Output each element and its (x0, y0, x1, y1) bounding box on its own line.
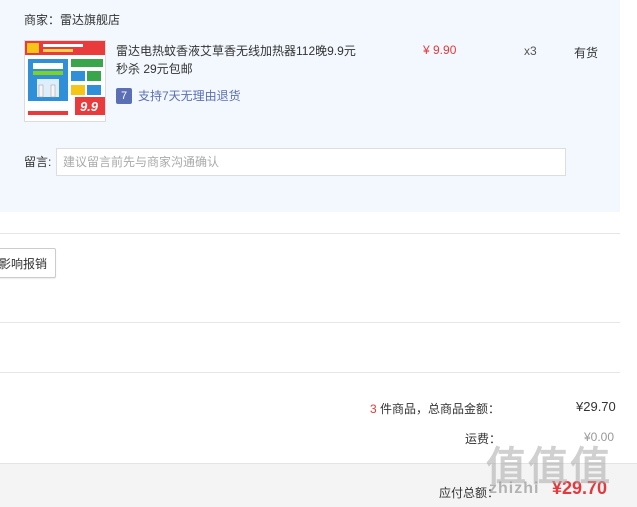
divider (0, 322, 620, 323)
return-policy-icon: 7 (116, 88, 132, 104)
note-label: 留言: (24, 155, 52, 169)
stock-status: 有货 (574, 46, 599, 60)
goods-amount: ¥29.70 (576, 399, 616, 414)
item-count-suffix: 件商品，总商品金额： (380, 402, 501, 416)
note-input[interactable] (56, 148, 566, 176)
product-quantity: x3 (524, 44, 537, 58)
watermark-site: zhizhi (489, 480, 540, 497)
thumbnail-price-text: 9.9 (80, 99, 99, 114)
invoice-button[interactable]: 影响报销 (0, 248, 56, 278)
product-thumbnail[interactable]: 9.9 (24, 40, 106, 122)
item-count: 3 (370, 402, 377, 416)
item-count-summary: 3 件商品，总商品金额： (370, 400, 500, 417)
product-subtitle: 秒杀 29元包邮 (116, 62, 193, 76)
merchant-name[interactable]: 商家：雷达旗舰店 (24, 11, 120, 28)
divider (0, 233, 620, 234)
product-price: ¥ 9.90 (423, 43, 457, 57)
divider (0, 372, 620, 373)
product-title[interactable]: 雷达电热蚊香液艾草香无线加热器112晚9.9元 (116, 42, 376, 60)
return-policy-link[interactable]: 支持7天无理由退货 (138, 88, 241, 104)
